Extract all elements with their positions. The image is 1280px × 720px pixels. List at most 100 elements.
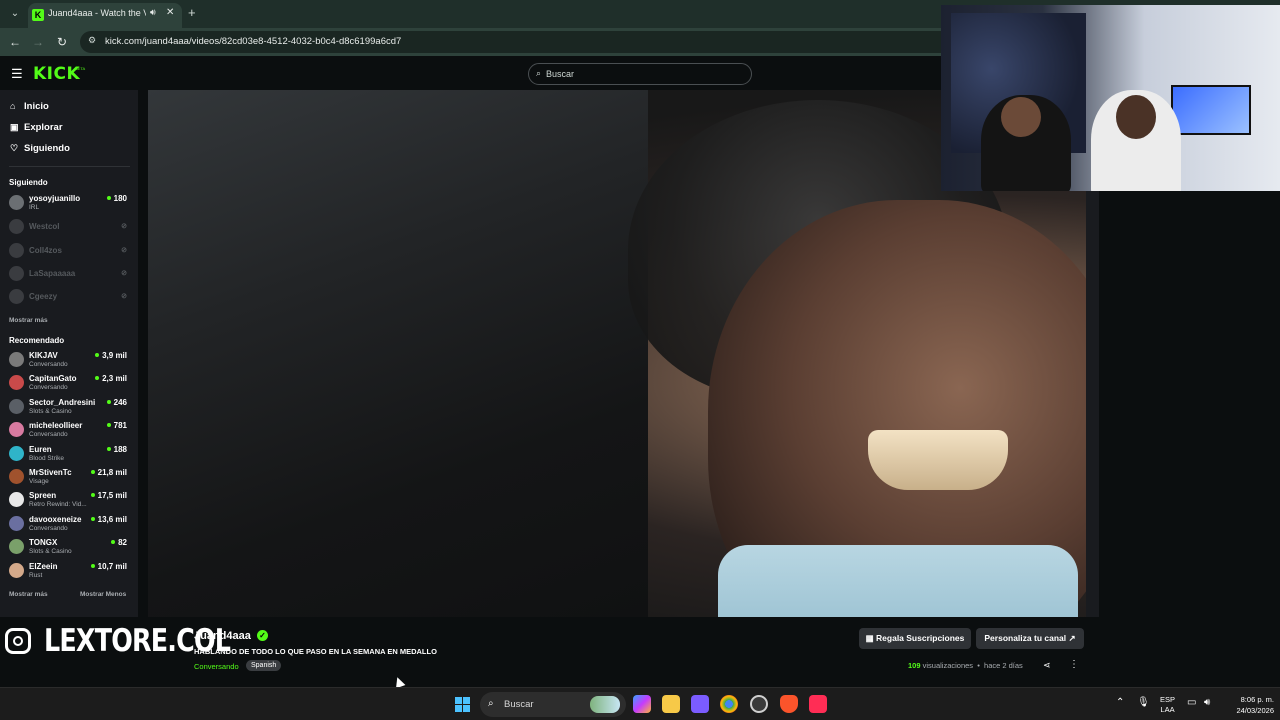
channel-category: IRL [29, 204, 40, 211]
instagram-icon [5, 628, 31, 654]
viewer-count: 188 [106, 445, 127, 454]
live-dot-icon [106, 196, 111, 200]
avatar [9, 398, 24, 414]
channel-item[interactable]: Cgeezy ⊘ [9, 287, 131, 309]
viewer-count: 82 [111, 538, 127, 547]
share-icon[interactable]: ⋖ [1043, 660, 1051, 671]
close-tab-icon[interactable]: ✕ [166, 7, 174, 18]
stream-title: HABLANDO DE TODO LO QUE PASO EN LA SEMAN… [194, 647, 437, 656]
volume-icon[interactable]: 🔊︎ [1204, 697, 1210, 708]
channel-name: TONGX [29, 538, 58, 548]
browser-tab[interactable]: K Juand4aaa - Watch the VOD 🔊︎ ✕ [28, 3, 182, 28]
network-icon[interactable]: ▭ [1187, 697, 1196, 708]
channel-item[interactable]: Euren Blood Strike 188 [9, 444, 131, 466]
channel-category: Blood Strike [29, 454, 65, 462]
avatar [9, 219, 24, 234]
following-title: Siguiendo [9, 178, 48, 187]
beta-badge: BETA [75, 66, 86, 71]
viewer-count: 246 [106, 397, 127, 407]
url-text[interactable]: kick.com/juand4aaa/videos/82cd03e8-4512-… [105, 36, 401, 47]
brave-icon[interactable] [780, 695, 798, 713]
channel-item[interactable]: Westcol ⊘ [9, 217, 131, 239]
views-info: 109 visualizaciones • hace 2 días [908, 661, 1023, 670]
sidebar-item-label: Inicio [24, 101, 49, 112]
show-more-following[interactable]: Mostrar más [9, 317, 48, 324]
channel-item[interactable]: MrStivenTc Visage 21,8 mil [9, 467, 131, 489]
app-icon[interactable] [691, 695, 709, 713]
verified-icon: ✓ [257, 630, 268, 641]
reload-button[interactable]: ↻ [54, 34, 70, 50]
show-more-recommended[interactable]: Mostrar más [9, 591, 48, 598]
more-options-icon[interactable]: ⋮ [1069, 659, 1079, 670]
gift-subs-button[interactable]: ▦ Regala Suscripciones [859, 628, 971, 649]
channel-item[interactable]: TONGX Slots & Casino 82 [9, 537, 131, 559]
windows-start-icon[interactable] [455, 697, 470, 712]
kick-logo[interactable]: KICK [33, 64, 80, 84]
live-dot-icon [95, 376, 100, 381]
chevron-up-icon[interactable]: ⌃ [1116, 697, 1124, 708]
channel-item[interactable]: Coll4zos ⊘ [9, 241, 131, 263]
microphone-icon[interactable]: 🎙︎ [1137, 697, 1150, 708]
copilot-icon[interactable] [633, 695, 651, 713]
channel-name: davooxeneize [29, 514, 82, 524]
tiktok-icon[interactable] [809, 695, 827, 713]
new-tab-button[interactable]: + [188, 5, 196, 20]
chrome-icon[interactable] [720, 695, 738, 713]
sidebar-item-inicio[interactable]: ⌂ Inicio [10, 101, 49, 115]
clock[interactable]: 8:06 p. m. 24/03/2026 [1222, 694, 1274, 716]
live-dot-icon [106, 399, 111, 404]
category-link[interactable]: Conversando [194, 662, 239, 671]
site-info-icon[interactable]: ⚙ [88, 35, 96, 46]
address-bar[interactable]: ⚙ kick.com/juand4aaa/videos/82cd03e8-451… [80, 31, 960, 53]
avatar [9, 375, 24, 391]
viewer-count-value: 10,7 mil [97, 561, 127, 571]
kick-favicon-icon: K [32, 9, 44, 21]
forward-button[interactable]: → [30, 34, 46, 50]
channel-item[interactable]: yosoyjuanillo IRL 180 [9, 193, 131, 215]
taskbar-search-label: Buscar [504, 699, 534, 710]
webcam-monitor [1171, 85, 1251, 135]
avatar [9, 469, 24, 484]
channel-item[interactable]: Sector_Andresini Slots & Casino 246 [9, 397, 131, 419]
webcam-head-left [1001, 97, 1041, 137]
home-icon: ⌂ [10, 101, 16, 111]
sidebar-item-label: Explorar [24, 122, 63, 133]
channel-item[interactable]: LaSapaaaaa ⊘ [9, 264, 131, 286]
tab-search-button[interactable]: ⌄ [6, 5, 24, 23]
menu-icon[interactable]: ☰ [11, 66, 23, 82]
viewer-count-value: 21,8 mil [97, 468, 127, 477]
search-input[interactable]: ⌕ Buscar [528, 63, 752, 85]
channel-category: Visage [29, 478, 49, 485]
channel-category: Conversando [29, 524, 68, 532]
sidebar-item-siguiendo[interactable]: ♡ Siguiendo [10, 143, 70, 157]
viewer-count: 21,8 mil [90, 468, 127, 477]
file-explorer-icon[interactable] [662, 695, 680, 713]
channel-item[interactable]: Spreen Retro Rewind: Vid... 17,5 mil [9, 490, 131, 512]
viewer-count: 17,5 mil [90, 491, 127, 500]
sidebar-item-explorar[interactable]: ▣ Explorar [10, 122, 63, 136]
app-icon[interactable] [750, 695, 768, 713]
language-tag[interactable]: Spanish [246, 660, 282, 671]
channel-item[interactable]: KIKJAV Conversando 3,9 mil [9, 350, 131, 372]
avatar [9, 492, 24, 508]
viewer-count: 3,9 mil [95, 351, 127, 360]
avatar [9, 243, 24, 258]
speaker-icon[interactable]: 🔊︎ [150, 7, 156, 18]
channel-item[interactable]: davooxeneize Conversando 13,6 mil [9, 514, 131, 536]
channel-name[interactable]: Juand4aaa [194, 630, 251, 642]
channel-category: Conversando [29, 431, 68, 439]
channel-item[interactable]: micheleollieer Conversando 781 [9, 420, 131, 442]
back-button[interactable]: ← [7, 34, 23, 50]
live-dot-icon [90, 563, 95, 568]
channel-item[interactable]: ElZeein Rust 10,7 mil [9, 561, 131, 583]
live-dot-icon [90, 470, 95, 474]
show-less-recommended[interactable]: Mostrar Menos [80, 591, 126, 598]
language-indicator[interactable]: ESP LAA [1160, 695, 1175, 715]
channel-item[interactable]: CapitanGato Conversando 2,3 mil [9, 373, 131, 395]
video-age: hace 2 días [984, 661, 1023, 670]
channel-category: Slots & Casino [29, 407, 72, 415]
customize-channel-button[interactable]: Personaliza tu canal ↗ [976, 628, 1084, 649]
taskbar-search[interactable]: ⌕ Buscar [480, 692, 626, 717]
live-dot-icon [106, 446, 111, 451]
viewer-count-value: 246 [113, 397, 127, 407]
